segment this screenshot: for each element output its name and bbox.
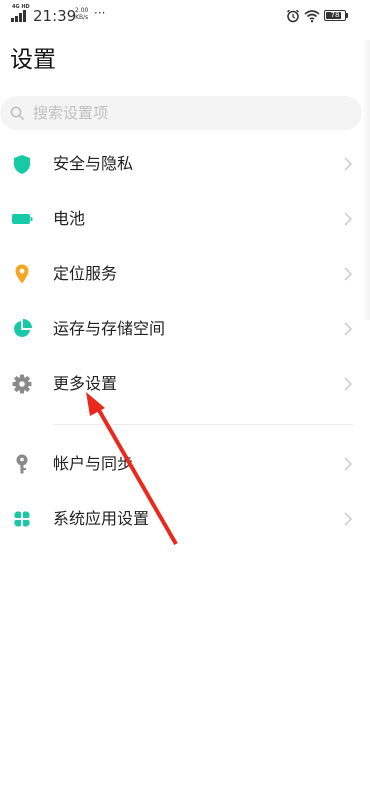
alarm-icon (287, 9, 299, 23)
chevron-right-icon (344, 377, 352, 391)
location-pin-icon (15, 264, 29, 284)
chevron-right-icon (344, 212, 352, 226)
page-title: 设置 (10, 47, 56, 73)
apps-grid-icon (14, 511, 30, 527)
pie-chart-icon (14, 319, 32, 337)
edge-shadow (362, 40, 370, 320)
network-speed-unit: KB/s (75, 14, 89, 21)
section-divider (53, 424, 353, 425)
search-icon (10, 106, 24, 120)
more-notifications: ··· (94, 6, 106, 20)
settings-item-label: 更多设置 (53, 374, 118, 393)
key-icon (16, 454, 28, 474)
settings-item-label: 电池 (53, 209, 86, 228)
settings-item-security-privacy[interactable]: 安全与隐私 (0, 137, 370, 192)
chevron-right-icon (344, 512, 352, 526)
settings-item-location[interactable]: 定位服务 (0, 247, 370, 302)
search-input[interactable]: 搜索设置项 (0, 96, 362, 130)
battery-indicator: 78 (324, 10, 346, 21)
settings-item-label: 系统应用设置 (53, 509, 150, 528)
status-time: 21:39 (33, 7, 77, 25)
battery-level: 78 (330, 11, 340, 19)
settings-item-memory-storage[interactable]: 运存与存储空间 (0, 302, 370, 357)
network-speed-value: 2.00 (75, 7, 89, 14)
battery-icon (12, 214, 33, 224)
settings-item-more-settings[interactable]: 更多设置 (0, 357, 370, 412)
settings-item-label: 运存与存储空间 (53, 319, 166, 338)
shield-icon (14, 155, 30, 174)
settings-item-battery[interactable]: 电池 (0, 192, 370, 247)
chevron-right-icon (344, 457, 352, 471)
status-bar: 4G HD 21:39 2.00 KB/s ··· 78 (0, 0, 370, 32)
settings-item-accounts-sync[interactable]: 帐户与同步 (0, 437, 370, 492)
chevron-right-icon (344, 267, 352, 281)
wifi-icon (304, 10, 320, 23)
settings-item-label: 安全与隐私 (53, 154, 134, 173)
settings-item-label: 帐户与同步 (53, 454, 134, 473)
chevron-right-icon (344, 157, 352, 171)
network-speed: 2.00 KB/s (75, 7, 88, 21)
signal-icon (11, 10, 26, 22)
chevron-right-icon (344, 322, 352, 336)
gear-icon (12, 374, 32, 394)
search-placeholder: 搜索设置项 (33, 104, 109, 122)
settings-item-label: 定位服务 (53, 264, 118, 283)
battery-nub (346, 13, 348, 18)
settings-item-system-apps[interactable]: 系统应用设置 (0, 492, 370, 547)
